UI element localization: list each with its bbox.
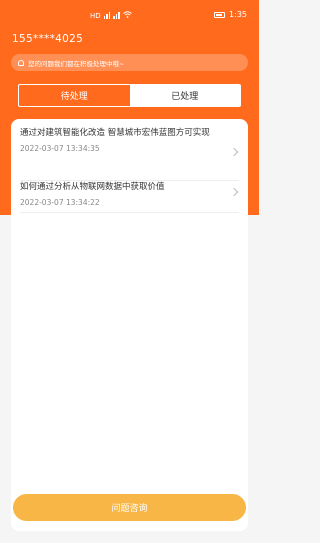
notice-text: 您的问题我们都在积极处理中哦~: [28, 59, 125, 68]
bell-icon: [18, 59, 24, 66]
wifi-icon: [122, 11, 132, 20]
signal-icon-2: [113, 12, 120, 19]
consult-button[interactable]: 问题咨询: [13, 494, 246, 521]
list-item[interactable]: 通过对建筑智能化改造 智慧城市宏伟蓝图方可实现 2022-03-07 13:34…: [20, 127, 239, 181]
question-list: 通过对建筑智能化改造 智慧城市宏伟蓝图方可实现 2022-03-07 13:34…: [11, 119, 248, 531]
chevron-right-icon: [229, 187, 239, 197]
battery-icon: [214, 11, 226, 18]
status-right-area: 1:35: [214, 10, 247, 19]
clock: 1:35: [229, 10, 247, 19]
signal-icon: [103, 12, 111, 19]
status-tabs: 待处理 已处理: [18, 84, 241, 107]
item-title: 如何通过分析从物联网数据中获取价值: [20, 182, 165, 192]
notice-bar: 您的问题我们都在积极处理中哦~: [11, 54, 248, 71]
item-date: 2022-03-07 13:34:35: [20, 144, 100, 153]
list-item[interactable]: 如何通过分析从物联网数据中获取价值 2022-03-07 13:34:22: [20, 181, 239, 213]
status-bar: HD 1:35: [0, 0, 259, 32]
item-title: 通过对建筑智能化改造 智慧城市宏伟蓝图方可实现: [20, 128, 210, 138]
item-date: 2022-03-07 13:34:22: [20, 198, 100, 207]
status-left-icons: HD: [90, 11, 132, 20]
tab-pending[interactable]: 待处理: [19, 85, 130, 106]
tab-processed[interactable]: 已处理: [129, 85, 240, 106]
hd-label: HD: [90, 11, 101, 20]
phone-number: 155****4025: [12, 33, 84, 45]
